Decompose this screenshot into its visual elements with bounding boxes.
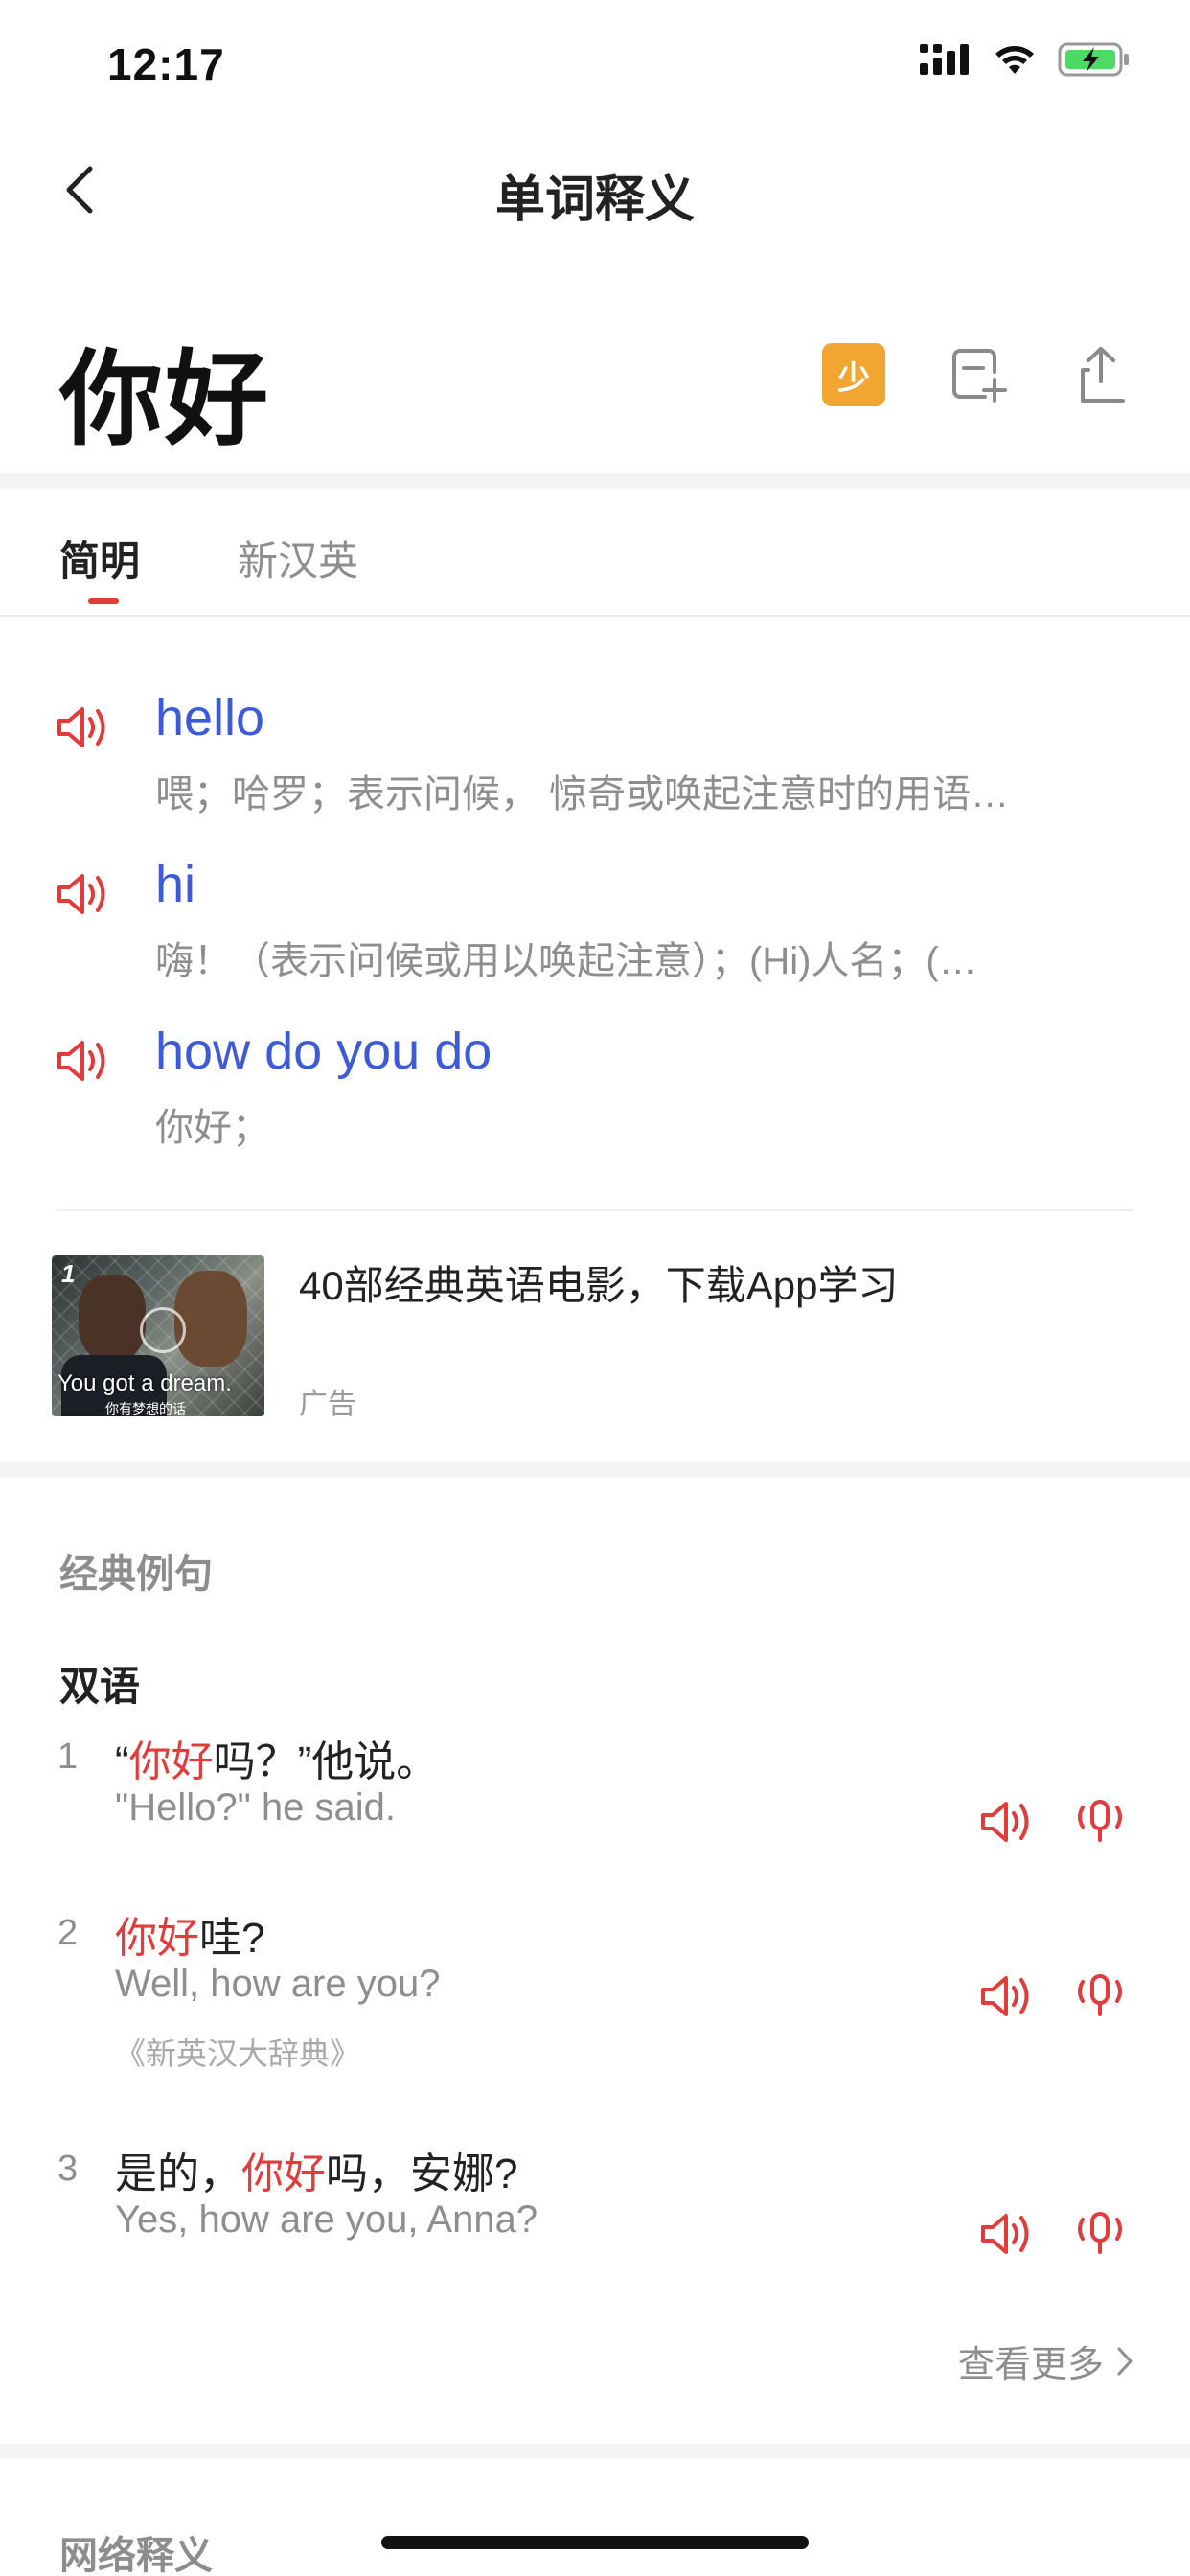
chinese-text: 哇? (199, 1915, 265, 1962)
example-chinese: 你好哇? (115, 1903, 264, 1965)
see-more-link[interactable]: 查看更多 (958, 2334, 1134, 2387)
nav-bar: 单词释义 (0, 130, 1190, 249)
chevron-right-icon (1117, 2347, 1133, 2375)
speaker-icon[interactable] (979, 1798, 1035, 1846)
ad-label: 广告 (299, 1389, 356, 1420)
page-title: 单词释义 (494, 172, 695, 228)
speaker-icon[interactable] (56, 1037, 111, 1085)
example-source: 《新英汉大辞典》 (115, 2036, 361, 2071)
microphone-icon[interactable] (1071, 2208, 1129, 2258)
example-chinese: “你好吗？”他说。 (115, 1727, 438, 1788)
thumbnail-number: 1 (61, 1259, 76, 1288)
speaker-icon[interactable] (979, 2210, 1035, 2258)
highlighted-term: 你好 (128, 1738, 214, 1785)
speaker-icon[interactable] (56, 703, 111, 751)
microphone-icon[interactable] (1071, 1796, 1129, 1846)
section-divider (0, 473, 1190, 489)
example-english: Yes, how are you, Anna? (115, 2198, 538, 2241)
ad-thumbnail[interactable]: 1 You got a dream. 你有梦想的话 (52, 1255, 264, 1416)
share-button[interactable] (1069, 343, 1133, 406)
example-english: "Hello?" he said. (115, 1786, 397, 1828)
section-divider (0, 2444, 1190, 2459)
translation-word[interactable]: hello (155, 688, 264, 748)
word-title: 你好 (59, 341, 271, 457)
play-icon (140, 1307, 186, 1353)
wifi-icon (995, 46, 1034, 74)
examples-section-title: 经典例句 (59, 1553, 213, 1596)
bilingual-subtitle: 双语 (59, 1664, 141, 1709)
active-tab-indicator (88, 598, 119, 604)
example-number: 3 (57, 2149, 79, 2189)
home-indicator[interactable] (381, 2536, 809, 2549)
section-divider (0, 1462, 1190, 1478)
tab-xinhanying[interactable]: 新汉英 (238, 529, 358, 587)
tab-jianming[interactable]: 简明 (59, 529, 140, 587)
microphone-icon[interactable] (1071, 1970, 1129, 2020)
status-time: 12:17 (107, 39, 225, 89)
translation-word[interactable]: hi (155, 855, 195, 914)
thumbnail-figure (79, 1275, 146, 1361)
translation-definition: 你好； (155, 1107, 270, 1149)
signal-icon (920, 44, 969, 75)
highlighted-term: 你好 (115, 1915, 199, 1962)
translation-item[interactable]: hi 嗨！（表示问候或用以唤起注意）；(Hi)人名；(… (0, 853, 1190, 1006)
add-to-notebook-button[interactable] (947, 343, 1010, 406)
battery-icon (1058, 42, 1129, 77)
example-number: 1 (57, 1736, 79, 1777)
ad-title[interactable]: 40部经典英语电影，下载App学习 (299, 1254, 898, 1312)
divider (56, 1209, 1133, 1211)
chinese-text: 吗？”他说。 (213, 1738, 439, 1785)
translation-word[interactable]: how do you do (155, 1022, 492, 1081)
translation-definition: 喂；哈罗；表示问候， 惊奇或唤起注意时的用语… (155, 773, 1010, 816)
chinese-text: 吗，安娜? (326, 2150, 518, 2197)
speaker-icon[interactable] (979, 1972, 1035, 2020)
status-icons (920, 42, 1131, 77)
word-header: 你好 少 (0, 288, 1190, 470)
share-icon (1081, 347, 1125, 402)
dictionary-tabs: 简明 新汉英 (0, 491, 1190, 617)
thumbnail-subcaption: 你有梦想的话 (105, 1401, 186, 1416)
example-english: Well, how are you? (115, 1963, 441, 2005)
translation-item[interactable]: how do you do 你好； (0, 1020, 1190, 1173)
add-note-icon (952, 349, 1007, 402)
highlighted-term: 你好 (241, 2150, 326, 2197)
example-chinese: 是的，你好吗，安娜? (115, 2139, 517, 2200)
thumbnail-figure (174, 1271, 247, 1367)
thumbnail-caption: You got a dream. (57, 1370, 232, 1396)
chinese-text: 是的， (115, 2150, 241, 2197)
see-more-label: 查看更多 (957, 2345, 1104, 2385)
status-bar: 12:17 (0, 0, 1190, 130)
translation-definition: 嗨！（表示问候或用以唤起注意）；(Hi)人名；(… (155, 940, 977, 982)
chinese-text: “ (115, 1738, 129, 1785)
level-badge-button[interactable]: 少 (822, 343, 885, 406)
badge-label: 少 (837, 359, 870, 397)
example-number: 2 (57, 1913, 79, 1953)
translation-item[interactable]: hello 喂；哈罗；表示问候， 惊奇或唤起注意时的用语… (0, 686, 1190, 840)
speaker-icon[interactable] (56, 870, 111, 918)
web-definition-section-title: 网络释义 (59, 2535, 213, 2576)
